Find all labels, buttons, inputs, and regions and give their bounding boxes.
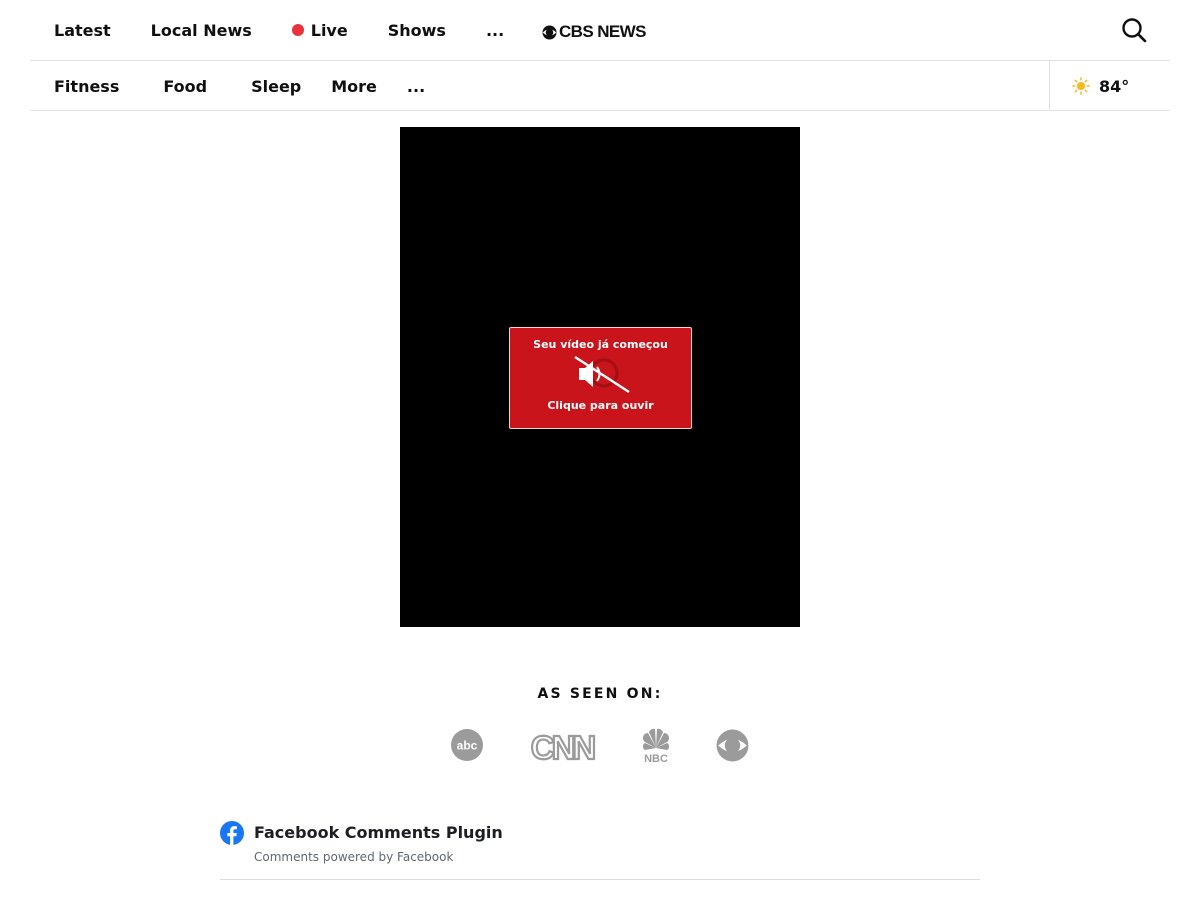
svg-text:abc: abc	[457, 739, 478, 753]
as-seen-on-logos: abc CNN NBC	[448, 726, 758, 766]
unmute-title: Seu vídeo já começou	[533, 338, 668, 351]
nav-more-menu[interactable]: ...	[486, 21, 504, 40]
nav-live[interactable]: Live	[291, 20, 348, 40]
cnn-logo: CNN	[530, 729, 596, 763]
subnav-food[interactable]: Food	[163, 77, 207, 96]
secondary-header: Fitness Food Sleep More ... 84°	[30, 61, 1170, 111]
search-button[interactable]	[1120, 16, 1148, 44]
cbs-news-logo[interactable]: CBS NEWS	[542, 19, 646, 45]
nav-local-news[interactable]: Local News	[151, 21, 252, 40]
cbs-eye-icon	[542, 25, 557, 39]
subnav-more[interactable]: More	[331, 77, 377, 96]
abc-logo: abc	[451, 729, 483, 761]
as-seen-on-heading: AS SEEN ON:	[537, 686, 663, 702]
nav-live-label: Live	[310, 20, 348, 40]
subnav-fitness[interactable]: Fitness	[54, 77, 119, 96]
nav-latest[interactable]: Latest	[54, 21, 111, 40]
svg-text:CNN: CNN	[531, 729, 595, 763]
top-header: Latest Local News Live Shows ... CBS NEW…	[30, 0, 1170, 61]
logo-text: CBS NEWS	[559, 22, 646, 41]
live-dot-icon	[291, 24, 304, 36]
svg-text:NBC: NBC	[644, 753, 668, 764]
primary-nav: Latest Local News Live Shows ...	[54, 0, 504, 60]
weather-widget[interactable]: 84°	[1049, 61, 1170, 111]
facebook-icon	[220, 821, 244, 845]
facebook-plugin-title: Facebook Comments Plugin	[254, 823, 503, 842]
secondary-nav: Fitness Food Sleep More ...	[54, 61, 425, 111]
subnav-overflow-menu[interactable]: ...	[407, 77, 425, 96]
facebook-comments-plugin: Facebook Comments Plugin Comments powere…	[220, 820, 980, 880]
unmute-subtitle: Clique para ouvir	[547, 399, 654, 412]
search-icon	[1122, 18, 1147, 43]
nav-shows[interactable]: Shows	[388, 21, 446, 40]
sun-icon	[1072, 77, 1090, 95]
cbs-logo	[716, 729, 749, 762]
video-player[interactable]: Seu vídeo já começou Clique para ouvir	[400, 127, 800, 627]
subnav-sleep[interactable]: Sleep	[251, 77, 301, 96]
unmute-overlay-button[interactable]: Seu vídeo já começou Clique para ouvir	[509, 327, 692, 429]
nbc-logo: NBC	[642, 728, 670, 764]
facebook-plugin-subtitle[interactable]: Comments powered by Facebook	[254, 850, 453, 864]
weather-temperature: 84°	[1099, 76, 1130, 96]
muted-speaker-icon	[573, 355, 630, 394]
